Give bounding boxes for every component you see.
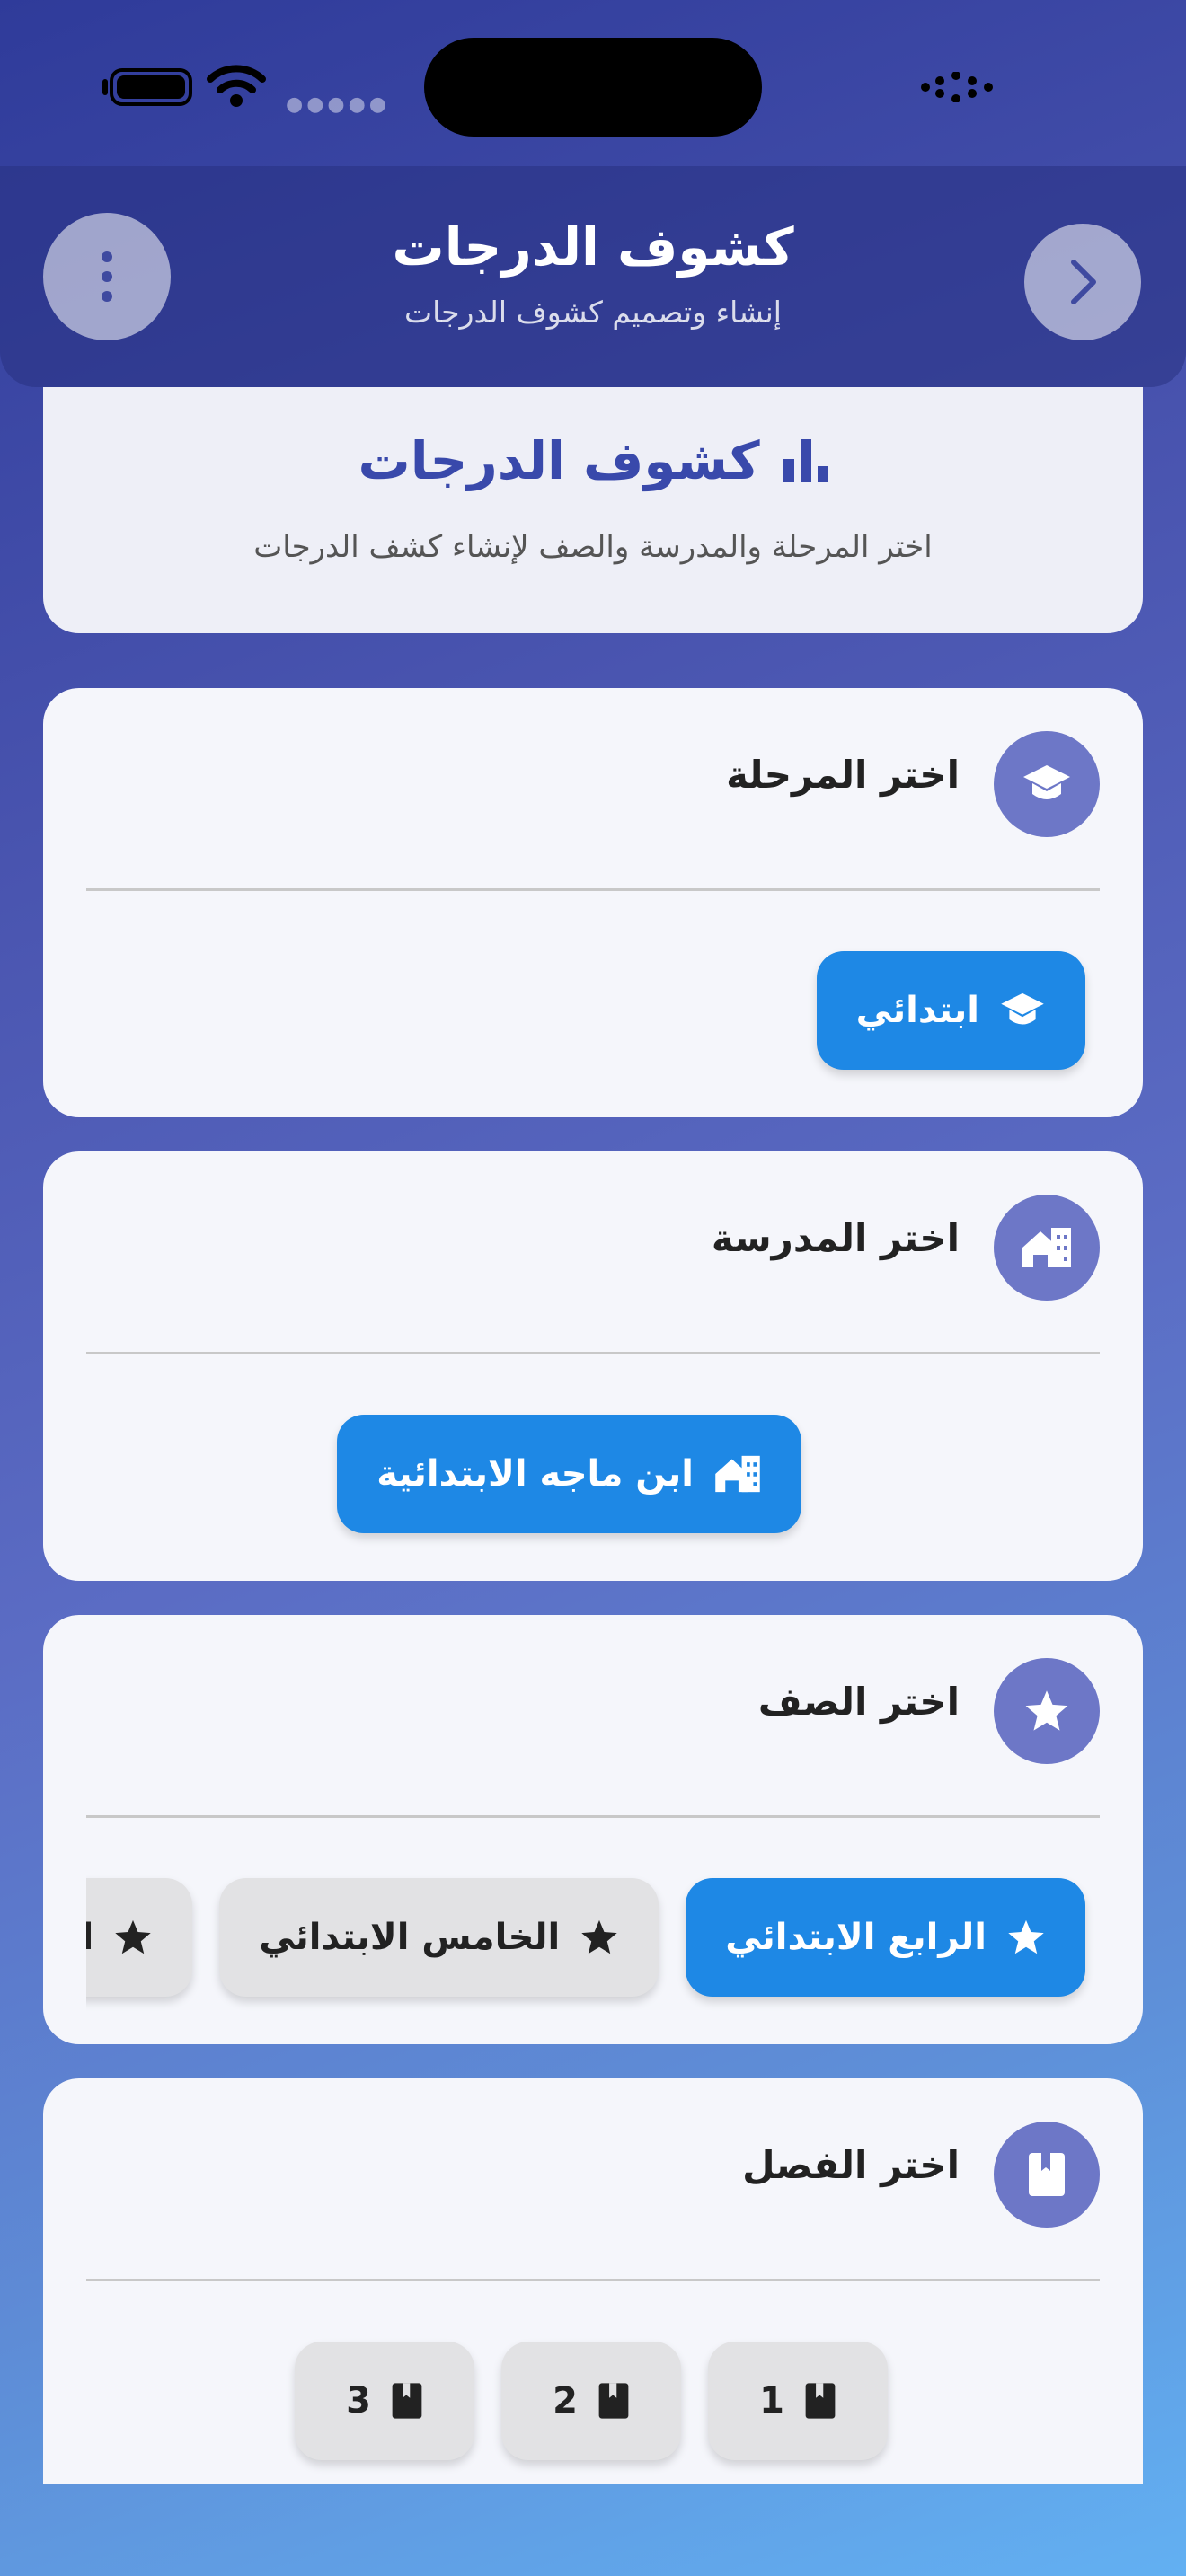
chip-label: 3	[346, 2380, 371, 2422]
term-options: 1 2 3	[295, 2342, 888, 2460]
intro-card: كشوف الدرجات اختر المرحلة والمدرسة والصف…	[43, 387, 1143, 633]
intro-description: اختر المرحلة والمدرسة والصف لإنشاء كشف ا…	[253, 529, 933, 565]
section-title: اختر المدرسة	[711, 1216, 960, 1260]
star-icon	[1025, 1690, 1068, 1731]
stage-options: ابتدائي	[816, 951, 1085, 1070]
page-title: كشوف الدرجات	[392, 216, 794, 278]
cellular-signal-icon	[921, 72, 993, 102]
back-button[interactable]	[1024, 224, 1141, 340]
grade-options-scroller[interactable]: الرابع الابتدائي الخامس الابتدائي السادس…	[86, 1857, 1100, 2019]
graduation-cap-icon	[1023, 765, 1070, 799]
page-subtitle: إنشاء وتصميم كشوف الدرجات	[404, 295, 782, 330]
graduation-cap-icon	[1001, 992, 1044, 1025]
intro-title-row: كشوف الدرجات	[43, 430, 1143, 491]
book-icon	[392, 2383, 422, 2419]
term-option-2[interactable]: 2	[501, 2342, 681, 2460]
stage-section: اختر المرحلة ابتدائي	[43, 688, 1143, 1117]
divider	[86, 1352, 1100, 1354]
chip-label: الرابع الابتدائي	[725, 1917, 987, 1958]
status-bar: ●●●●●	[0, 0, 1186, 166]
school-section: اختر المدرسة ابن ماجه الابتدائية	[43, 1151, 1143, 1581]
chip-label: 2	[553, 2380, 578, 2422]
school-building-icon	[715, 1455, 760, 1493]
school-building-icon	[1022, 1228, 1071, 1267]
section-title: اختر المرحلة	[726, 753, 960, 797]
book-icon	[1029, 2153, 1065, 2196]
school-option-ibn-majah[interactable]: ابن ماجه الابتدائية	[337, 1415, 801, 1533]
divider	[86, 888, 1100, 891]
term-option-1[interactable]: 1	[708, 2342, 888, 2460]
school-options: ابن ماجه الابتدائية	[337, 1415, 801, 1533]
intro-title: كشوف الدرجات	[358, 430, 760, 491]
stage-option-primary[interactable]: ابتدائي	[816, 951, 1085, 1070]
term-option-3[interactable]: 3	[295, 2342, 474, 2460]
grade-option-fourth[interactable]: الرابع الابتدائي	[686, 1878, 1085, 1997]
book-icon	[805, 2383, 836, 2419]
battery-tip	[102, 79, 108, 95]
book-icon	[598, 2383, 629, 2419]
grade-section: اختر الصف الرابع الابتدائي الخامس الابتد…	[43, 1615, 1143, 2044]
chip-label: ابتدائي	[855, 990, 979, 1031]
term-section: اختر الفصل 1 2 3	[43, 2078, 1143, 2484]
star-icon	[581, 1919, 617, 1954]
section-icon-bg	[994, 1195, 1100, 1301]
grade-options: الرابع الابتدائي الخامس الابتدائي السادس…	[86, 1878, 1085, 1997]
chevron-right-icon	[1071, 260, 1096, 304]
chip-label: 1	[759, 2380, 784, 2422]
divider	[86, 1815, 1100, 1818]
grade-option-fifth[interactable]: الخامس الابتدائي	[219, 1878, 659, 1997]
grade-option-sixth[interactable]: السادس الابتدائي	[86, 1878, 193, 1997]
signal-dots-icon: ●●●●●	[286, 93, 390, 116]
section-icon-bg	[994, 731, 1100, 837]
chip-label: السادس الابتدائي	[86, 1917, 94, 1958]
section-icon-bg	[994, 2122, 1100, 2228]
battery-icon	[110, 68, 192, 106]
chip-label: الخامس الابتدائي	[259, 1917, 561, 1958]
wifi-icon	[207, 65, 266, 107]
section-title: اختر الفصل	[742, 2143, 960, 2187]
section-icon-bg	[994, 1658, 1100, 1764]
dynamic-island	[424, 38, 762, 137]
divider	[86, 2279, 1100, 2281]
app-header: كشوف الدرجات إنشاء وتصميم كشوف الدرجات	[0, 166, 1186, 387]
section-title: اختر الصف	[757, 1680, 960, 1724]
bar-chart-icon	[783, 439, 828, 482]
star-icon	[115, 1919, 152, 1954]
chip-label: ابن ماجه الابتدائية	[376, 1453, 694, 1495]
star-icon	[1008, 1919, 1044, 1954]
